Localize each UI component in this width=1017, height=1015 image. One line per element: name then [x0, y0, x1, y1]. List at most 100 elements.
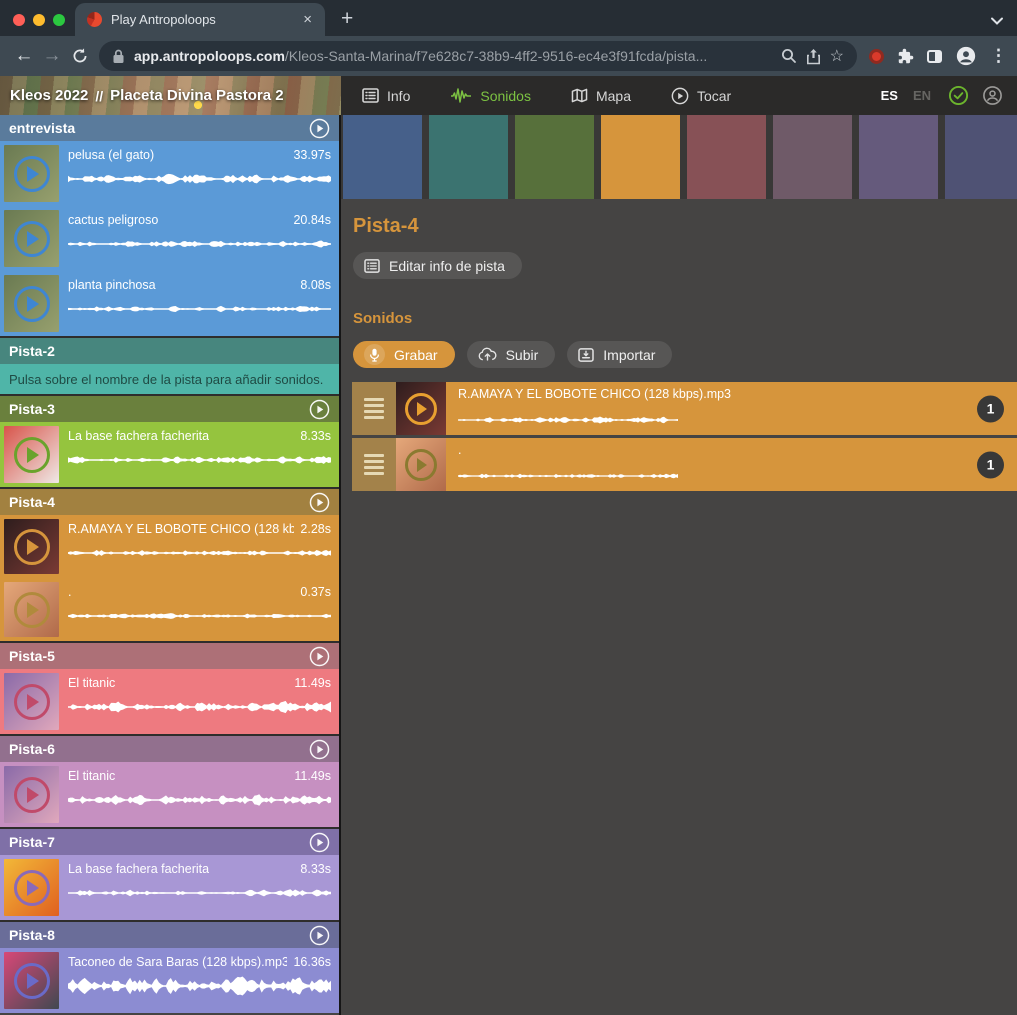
sound-thumbnail[interactable]	[4, 210, 59, 267]
track-play-icon[interactable]	[309, 739, 330, 760]
zoom-window-button[interactable]	[53, 14, 65, 26]
sound-row[interactable]: La base fachera facherita8.33s	[0, 422, 339, 487]
track-header[interactable]: Pista-7	[0, 829, 339, 855]
minimize-window-button[interactable]	[33, 14, 45, 26]
sound-play-icon[interactable]	[14, 592, 50, 628]
sound-thumbnail[interactable]	[4, 766, 59, 823]
swatch-track-8[interactable]	[945, 115, 1017, 199]
side-panel-icon[interactable]	[927, 50, 942, 63]
sound-play-icon[interactable]	[14, 777, 50, 813]
new-tab-button[interactable]: +	[341, 8, 353, 29]
import-button[interactable]: Importar	[567, 341, 672, 368]
lang-es-button[interactable]: ES	[881, 88, 898, 103]
extensions-puzzle-icon[interactable]	[897, 48, 914, 65]
sound-duration: 8.08s	[300, 277, 331, 293]
sound-play-icon[interactable]	[14, 684, 50, 720]
sound-play-icon[interactable]	[405, 449, 437, 481]
close-window-button[interactable]	[13, 14, 25, 26]
browser-tab[interactable]: Play Antropoloops ×	[75, 3, 325, 36]
drag-handle-icon[interactable]	[352, 382, 396, 435]
sound-play-icon[interactable]	[14, 529, 50, 565]
track-name: Pista-6	[9, 741, 309, 757]
share-icon[interactable]	[806, 48, 821, 65]
sound-thumbnail[interactable]	[4, 145, 59, 202]
sound-row[interactable]: cactus peligroso20.84s	[0, 206, 339, 271]
sound-thumbnail[interactable]	[396, 438, 446, 491]
edit-track-info-button[interactable]: Editar info de pista	[353, 252, 522, 279]
sound-row[interactable]: El titanic11.49s	[0, 669, 339, 734]
project-banner[interactable]: Kleos 2022 // Placeta Divina Pastora 2	[0, 76, 341, 115]
swatch-track-3[interactable]	[515, 115, 594, 199]
sound-row[interactable]: planta pinchosa8.08s	[0, 271, 339, 336]
sound-title: El titanic	[68, 768, 115, 784]
sound-play-icon[interactable]	[14, 870, 50, 906]
track-play-icon[interactable]	[309, 399, 330, 420]
sound-thumbnail[interactable]	[4, 582, 59, 637]
address-bar[interactable]: app.antropoloops.com/Kleos-Santa-Marina/…	[99, 41, 857, 71]
swatch-track-7[interactable]	[859, 115, 938, 199]
nav-tab-mapa[interactable]: Mapa	[571, 88, 631, 104]
swatch-track-1[interactable]	[343, 115, 422, 199]
pista-sound-row[interactable]: .1	[352, 438, 1017, 491]
sound-play-icon[interactable]	[14, 437, 50, 473]
track-header[interactable]: Pista-6	[0, 736, 339, 762]
sound-play-icon[interactable]	[14, 286, 50, 322]
swatch-track-4[interactable]	[601, 115, 680, 199]
upload-button[interactable]: Subir	[467, 341, 556, 368]
sound-thumbnail[interactable]	[4, 673, 59, 730]
recording-extension-icon[interactable]	[869, 49, 884, 64]
swatch-track-5[interactable]	[687, 115, 766, 199]
track-header[interactable]: Pista-3	[0, 396, 339, 422]
sound-title: .	[68, 584, 71, 600]
profile-avatar[interactable]	[955, 45, 977, 67]
sound-play-icon[interactable]	[405, 393, 437, 425]
bookmark-star-icon[interactable]: ☆	[830, 46, 844, 66]
nav-tab-info[interactable]: Info	[362, 88, 410, 104]
swatch-track-2[interactable]	[429, 115, 508, 199]
app-header: Kleos 2022 // Placeta Divina Pastora 2 I…	[0, 76, 1017, 115]
lang-en-button[interactable]: EN	[913, 88, 931, 103]
sound-row[interactable]: La base fachera facherita8.33s	[0, 855, 339, 920]
sound-row[interactable]: El titanic11.49s	[0, 762, 339, 827]
url-text[interactable]: app.antropoloops.com/Kleos-Santa-Marina/…	[134, 48, 772, 64]
sound-thumbnail[interactable]	[4, 519, 59, 574]
track-header[interactable]: entrevista	[0, 115, 339, 141]
track-header[interactable]: Pista-4	[0, 489, 339, 515]
sound-row[interactable]: .0.37s	[0, 578, 339, 641]
sound-play-icon[interactable]	[14, 156, 50, 192]
nav-tab-tocar[interactable]: Tocar	[671, 87, 731, 105]
sound-thumbnail[interactable]	[4, 859, 59, 916]
back-button[interactable]: ←	[10, 36, 38, 76]
sound-thumbnail[interactable]	[396, 382, 446, 435]
sound-row[interactable]: Taconeo de Sara Baras (128 kbps).mp316.3…	[0, 948, 339, 1013]
track-header[interactable]: Pista-8	[0, 922, 339, 948]
tab-close-icon[interactable]: ×	[300, 10, 315, 29]
track-play-icon[interactable]	[309, 646, 330, 667]
track-play-icon[interactable]	[309, 492, 330, 513]
account-icon[interactable]	[982, 85, 1003, 106]
browser-toolbar: ← → app.antropoloops.com/Kleos-Santa-Mar…	[0, 36, 1017, 76]
refresh-button[interactable]	[66, 47, 94, 65]
sound-thumbnail[interactable]	[4, 952, 59, 1009]
track-header[interactable]: Pista-5	[0, 643, 339, 669]
nav-tab-sonidos[interactable]: Sonidos	[450, 88, 531, 104]
track-play-icon[interactable]	[309, 925, 330, 946]
swatch-track-6[interactable]	[773, 115, 852, 199]
sound-thumbnail[interactable]	[4, 275, 59, 332]
sound-row[interactable]: R.AMAYA Y EL BOBOTE CHICO (128 kbps)....…	[0, 515, 339, 578]
tab-search-chevron-icon[interactable]	[990, 13, 1004, 31]
track-play-icon[interactable]	[309, 118, 330, 139]
sound-row[interactable]: pelusa (el gato)33.97s	[0, 141, 339, 206]
browser-menu-icon[interactable]: ⋮	[990, 46, 1007, 66]
track-header[interactable]: Pista-2	[0, 338, 339, 364]
zoom-search-icon[interactable]	[781, 48, 797, 64]
sound-waveform	[68, 973, 331, 999]
sound-thumbnail[interactable]	[4, 426, 59, 483]
pista-sound-row[interactable]: R.AMAYA Y EL BOBOTE CHICO (128 kbps).mp3…	[352, 382, 1017, 435]
sound-play-icon[interactable]	[14, 221, 50, 257]
drag-handle-icon[interactable]	[352, 438, 396, 491]
track-play-icon[interactable]	[309, 832, 330, 853]
sound-play-icon[interactable]	[14, 963, 50, 999]
sound-waveform	[68, 880, 331, 906]
record-button[interactable]: Grabar	[353, 341, 455, 368]
